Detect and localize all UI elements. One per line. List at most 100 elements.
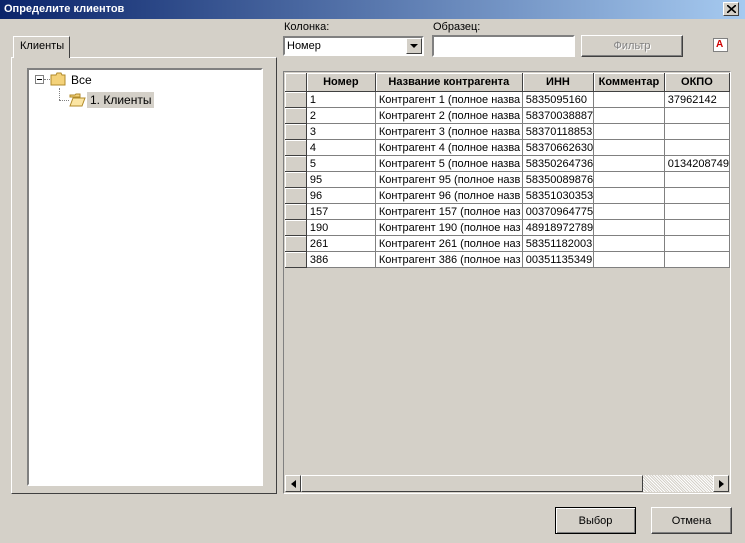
table-cell[interactable]: 58350264736 — [522, 155, 595, 172]
table-cell[interactable] — [664, 251, 731, 268]
scrollbar-track[interactable] — [643, 475, 713, 492]
table-row[interactable]: 2 Контрагент 2 (полное назва 58370038887 — [285, 107, 731, 124]
table-cell[interactable]: 261 — [306, 235, 376, 252]
scroll-left-button[interactable] — [285, 475, 301, 492]
table-cell[interactable] — [593, 235, 665, 252]
row-indicator[interactable] — [285, 171, 307, 188]
table-cell[interactable] — [664, 123, 731, 140]
table-cell[interactable]: 00370964775 — [522, 203, 595, 220]
table-cell[interactable] — [664, 203, 731, 220]
row-indicator[interactable] — [285, 251, 307, 268]
table-cell[interactable]: Контрагент 95 (полное назв — [375, 171, 523, 188]
table-row[interactable]: 5 Контрагент 5 (полное назва 58350264736 01… — [285, 155, 731, 172]
table-cell[interactable]: 5 — [306, 155, 376, 172]
table-cell[interactable]: 58351182003 — [522, 235, 595, 252]
table-cell[interactable]: 58350089876 — [522, 171, 595, 188]
grid-horizontal-scrollbar[interactable] — [285, 475, 729, 492]
table-row[interactable]: 157 Контрагент 157 (полное наз 00370964775 — [285, 203, 731, 220]
table-cell[interactable] — [593, 107, 665, 124]
table-cell[interactable]: 3 — [306, 123, 376, 140]
scroll-right-button[interactable] — [713, 475, 729, 492]
select-button[interactable]: Выбор — [555, 507, 636, 534]
table-row[interactable]: 190 Контрагент 190 (полное наз 48918972789 — [285, 219, 731, 236]
row-indicator[interactable] — [285, 107, 307, 124]
table-cell[interactable]: Контрагент 96 (полное назв — [375, 187, 523, 204]
table-cell[interactable] — [593, 251, 665, 268]
tree-collapse-toggle[interactable] — [35, 75, 44, 84]
row-indicator[interactable] — [285, 139, 307, 156]
table-row[interactable]: 3 Контрагент 3 (полное назва 58370118853 — [285, 123, 731, 140]
table-cell[interactable]: Контрагент 157 (полное наз — [375, 203, 523, 220]
table-cell[interactable] — [593, 171, 665, 188]
table-cell[interactable]: 58370662630 — [522, 139, 595, 156]
column-header[interactable]: Номер — [306, 73, 376, 92]
filter-button[interactable]: Фильтр — [581, 35, 683, 57]
table-cell[interactable]: 96 — [306, 187, 376, 204]
table-cell[interactable]: 157 — [306, 203, 376, 220]
row-indicator[interactable] — [285, 219, 307, 236]
sample-input[interactable] — [432, 35, 575, 57]
table-cell[interactable]: 386 — [306, 251, 376, 268]
row-indicator[interactable] — [285, 235, 307, 252]
row-indicator[interactable] — [285, 187, 307, 204]
clients-tree[interactable]: Все 1. Клиенты — [27, 68, 263, 486]
table-row[interactable]: 4 Контрагент 4 (полное назва 58370662630 — [285, 139, 731, 156]
column-header[interactable]: ИНН — [522, 73, 595, 92]
row-indicator[interactable] — [285, 91, 307, 108]
table-cell[interactable]: Контрагент 190 (полное наз — [375, 219, 523, 236]
clear-filter-icon[interactable]: A — [713, 38, 728, 52]
table-cell[interactable]: 0134208749 — [664, 155, 731, 172]
clients-grid[interactable]: Номер Название контрагента ИНН Комментар ОКП… — [283, 71, 731, 494]
table-cell[interactable]: 1 — [306, 91, 376, 108]
tree-node-clients[interactable]: 1. Клиенты — [87, 92, 155, 108]
table-cell[interactable]: 58351030353 — [522, 187, 595, 204]
row-indicator[interactable] — [285, 203, 307, 220]
table-cell[interactable]: 2 — [306, 107, 376, 124]
table-cell[interactable]: 58370038887 — [522, 107, 595, 124]
table-cell[interactable]: Контрагент 3 (полное назва — [375, 123, 523, 140]
table-cell[interactable] — [593, 203, 665, 220]
table-cell[interactable] — [664, 139, 731, 156]
table-cell[interactable]: Контрагент 386 (полное наз — [375, 251, 523, 268]
table-cell[interactable]: Контрагент 5 (полное назва — [375, 155, 523, 172]
table-cell[interactable]: Контрагент 1 (полное назва — [375, 91, 523, 108]
table-cell[interactable] — [593, 91, 665, 108]
column-header[interactable]: Комментар — [593, 73, 665, 92]
table-row[interactable]: 96 Контрагент 96 (полное назв 58351030353 — [285, 187, 731, 204]
table-cell[interactable] — [664, 219, 731, 236]
table-cell[interactable]: 95 — [306, 171, 376, 188]
table-cell[interactable] — [664, 187, 731, 204]
column-header[interactable]: ОКПО — [664, 73, 731, 92]
table-cell[interactable]: 37962142 — [664, 91, 731, 108]
table-cell[interactable] — [593, 123, 665, 140]
table-cell[interactable]: 4 — [306, 139, 376, 156]
close-button[interactable] — [723, 2, 739, 16]
table-cell[interactable]: 5835095160 — [522, 91, 595, 108]
table-cell[interactable] — [593, 219, 665, 236]
cancel-button[interactable]: Отмена — [651, 507, 732, 534]
row-indicator[interactable] — [285, 123, 307, 140]
table-cell[interactable] — [593, 155, 665, 172]
scrollbar-thumb[interactable] — [301, 475, 643, 492]
table-cell[interactable] — [664, 235, 731, 252]
table-cell[interactable]: Контрагент 261 (полное наз — [375, 235, 523, 252]
table-cell[interactable]: 00351135349 — [522, 251, 595, 268]
table-cell[interactable]: 58370118853 — [522, 123, 595, 140]
table-cell[interactable] — [593, 139, 665, 156]
column-header[interactable]: Название контрагента — [375, 73, 523, 92]
table-cell[interactable] — [593, 187, 665, 204]
table-row[interactable]: 95 Контрагент 95 (полное назв 58350089876 — [285, 171, 731, 188]
table-row[interactable]: 386 Контрагент 386 (полное наз 00351135349 — [285, 251, 731, 268]
table-row[interactable]: 261 Контрагент 261 (полное наз 58351182003 — [285, 235, 731, 252]
table-cell[interactable] — [664, 171, 731, 188]
table-cell[interactable]: 190 — [306, 219, 376, 236]
row-indicator[interactable] — [285, 155, 307, 172]
column-select-dropdown-button[interactable] — [406, 38, 422, 54]
tab-clients[interactable]: Клиенты — [13, 36, 70, 58]
table-cell[interactable]: Контрагент 4 (полное назва — [375, 139, 523, 156]
table-cell[interactable]: Контрагент 2 (полное назва — [375, 107, 523, 124]
table-cell[interactable] — [664, 107, 731, 124]
tree-node-all[interactable]: Все — [71, 73, 92, 87]
column-select[interactable]: Номер — [283, 36, 424, 56]
table-row[interactable]: 1 Контрагент 1 (полное назва 5835095160 379… — [285, 91, 731, 108]
